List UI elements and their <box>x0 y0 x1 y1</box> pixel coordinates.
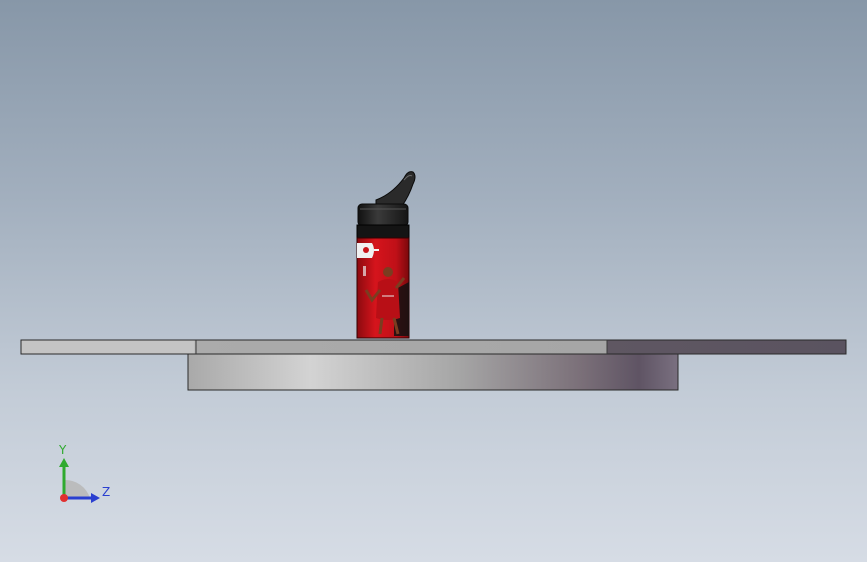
z-axis-label: Z <box>102 485 111 499</box>
y-axis-label: Y <box>59 443 67 457</box>
reference-triad: Y Z <box>50 440 120 510</box>
bottle-collar <box>356 224 410 240</box>
model-scene[interactable] <box>0 0 867 562</box>
base-plate[interactable] <box>20 339 847 355</box>
base-underside[interactable] <box>187 353 679 391</box>
graphics-viewport[interactable]: Y Z <box>0 0 867 562</box>
sports-bottle[interactable] <box>356 171 416 339</box>
bottle-cap <box>357 203 409 227</box>
bottle-spout <box>375 171 416 207</box>
